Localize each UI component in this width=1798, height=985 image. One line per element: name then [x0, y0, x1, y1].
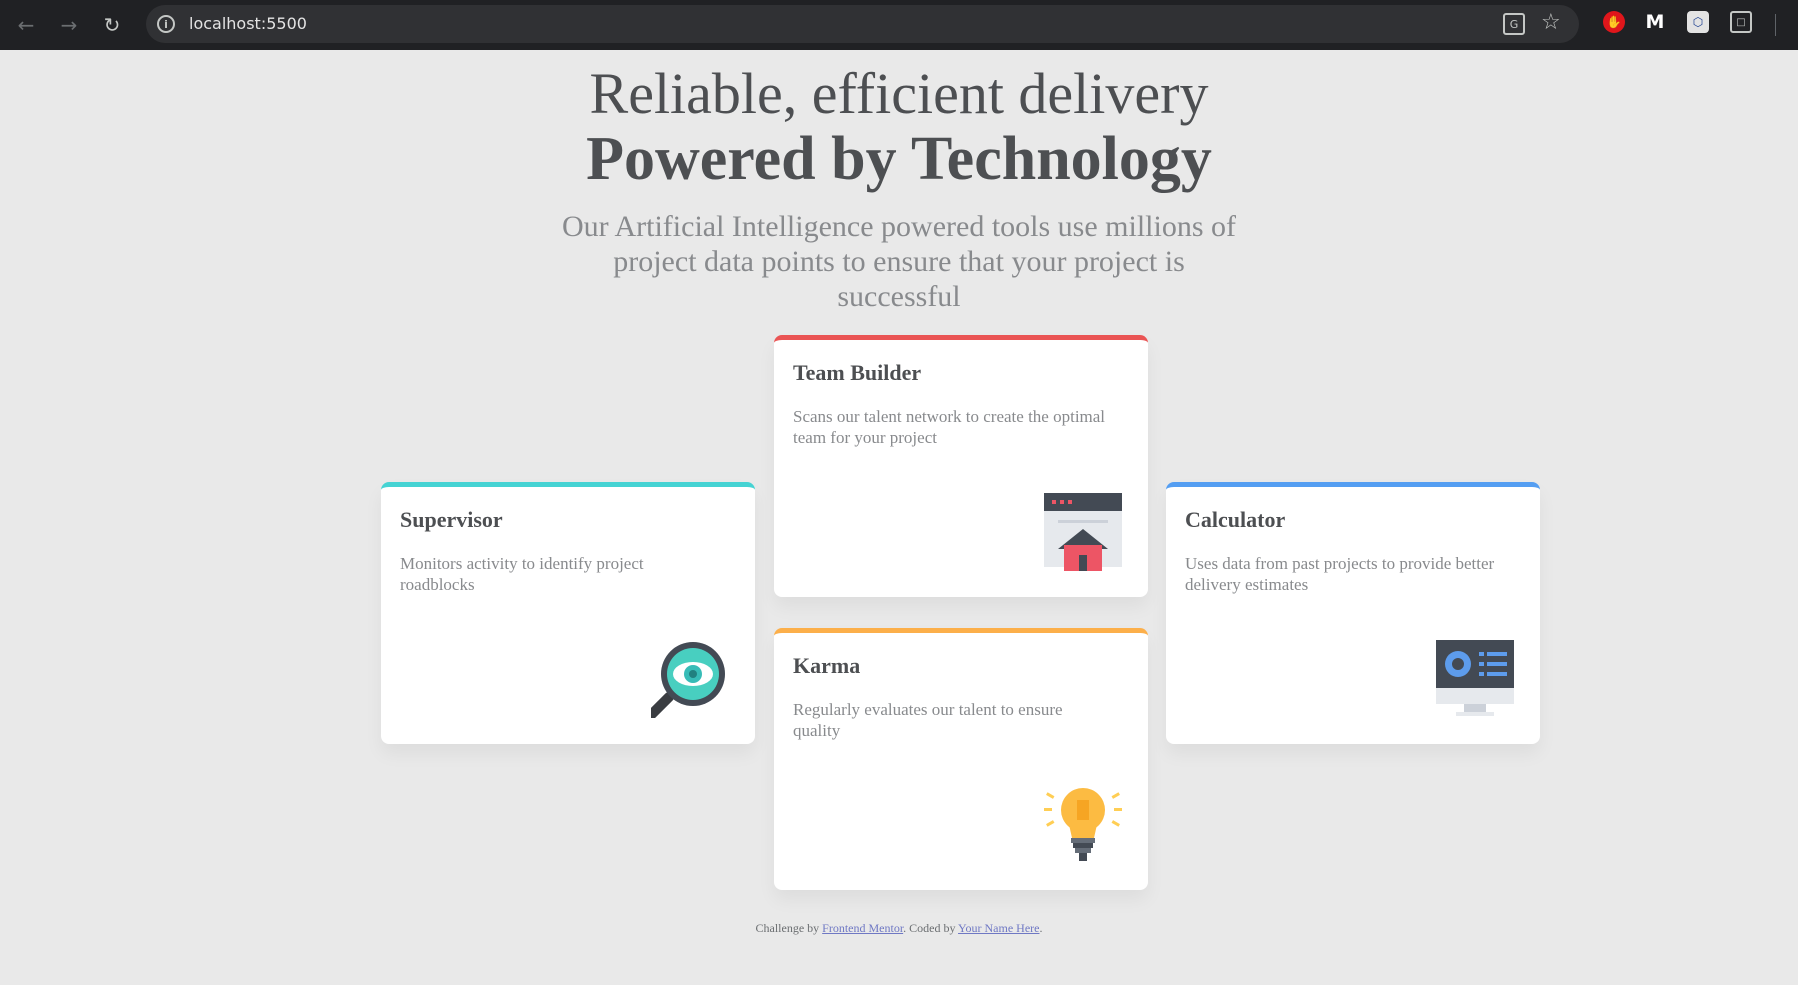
lightbulb-icon [1044, 786, 1122, 864]
site-info-icon[interactable]: i [157, 15, 175, 33]
card-team-builder: Team Builder Scans our talent network to… [774, 335, 1148, 597]
reload-icon[interactable]: ↻ [96, 9, 128, 41]
toolbar-divider [1775, 14, 1776, 36]
card-calculator: Calculator Uses data from past projects … [1166, 482, 1540, 744]
frontend-mentor-link[interactable]: Frontend Mentor [822, 921, 903, 935]
attribution: Challenge by Frontend Mentor. Coded by Y… [0, 921, 1798, 936]
card-title: Team Builder [793, 360, 922, 385]
headline-light: Reliable, efficient delivery [589, 61, 1209, 126]
bookmark-star-icon[interactable]: ☆ [1541, 10, 1561, 35]
shield-hand-icon[interactable]: ✋ [1603, 11, 1625, 33]
malwarebytes-icon[interactable]: M [1644, 11, 1666, 33]
hex-extension-icon[interactable]: ⬡ [1687, 11, 1709, 33]
forward-arrow-icon[interactable]: → [53, 9, 85, 41]
address-bar[interactable]: i localhost:5500 G ☆ [146, 5, 1579, 43]
attribution-coded-prefix: . Coded by [903, 921, 959, 935]
card-description: Uses data from past projects to provide … [1185, 554, 1495, 594]
attribution-suffix: . [1039, 921, 1043, 935]
card-title: Calculator [1185, 507, 1286, 532]
browser-house-icon [1044, 493, 1122, 571]
card-title: Supervisor [400, 507, 503, 532]
magnifier-eye-icon [651, 640, 729, 718]
card-title: Karma [793, 653, 861, 678]
intro-text: Our Artificial Intelligence powered tool… [561, 210, 1236, 313]
browser-toolbar: ← → ↻ i localhost:5500 G ☆ ✋ M ⬡ □ [0, 0, 1798, 50]
card-description: Regularly evaluates our talent to ensure… [793, 700, 1063, 740]
card-supervisor: Supervisor Monitors activity to identify… [381, 482, 755, 744]
attribution-challenge-prefix: Challenge by [755, 921, 823, 935]
card-karma: Karma Regularly evaluates our talent to … [774, 628, 1148, 890]
puzzle-icon[interactable]: □ [1730, 11, 1752, 33]
back-arrow-icon[interactable]: ← [10, 9, 42, 41]
headline-bold: Powered by Technology [586, 125, 1212, 193]
card-description: Monitors activity to identify project ro… [400, 554, 644, 594]
monitor-chart-icon [1436, 640, 1514, 718]
author-link[interactable]: Your Name Here [958, 921, 1039, 935]
card-description: Scans our talent network to create the o… [793, 407, 1106, 447]
translate-icon[interactable]: G [1503, 13, 1525, 35]
url-text[interactable]: localhost:5500 [189, 14, 307, 33]
